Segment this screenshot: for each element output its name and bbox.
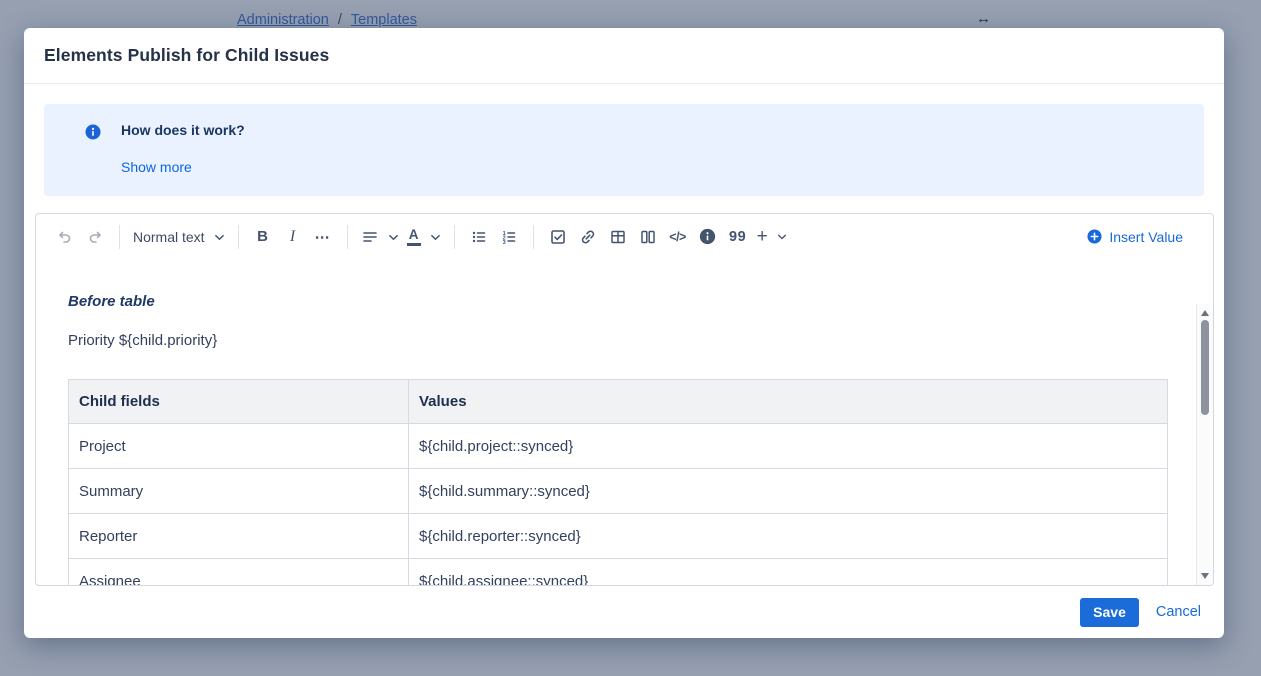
table-header-row: Child fields Values xyxy=(69,380,1168,424)
scrollbar-thumb[interactable] xyxy=(1201,320,1209,415)
toolbar-separator xyxy=(347,225,348,249)
modal-footer: Save Cancel xyxy=(24,586,1224,638)
undo-icon xyxy=(56,228,74,246)
insert-menu-dropdown[interactable]: + xyxy=(753,222,791,252)
layout-button[interactable] xyxy=(633,222,663,252)
toolbar-separator xyxy=(119,225,120,249)
page-backdrop: Administration / Templates ↔ Elements Publ… xyxy=(0,0,1261,676)
table-cell[interactable]: ${child.summary::synced} xyxy=(409,469,1168,514)
insert-value-label: Insert Value xyxy=(1109,229,1183,245)
svg-text:3: 3 xyxy=(502,240,505,246)
editor-toolbar: Normal text B I ⋯ A xyxy=(36,214,1213,259)
columns-layout-icon xyxy=(639,228,657,246)
text-color-icon: A xyxy=(407,228,421,246)
table-button[interactable] xyxy=(603,222,633,252)
ordered-list-button[interactable]: 123 xyxy=(494,222,524,252)
undo-button[interactable] xyxy=(50,222,80,252)
banner-heading: How does it work? xyxy=(121,122,245,138)
info-banner: How does it work? Show more xyxy=(44,104,1204,196)
link-button[interactable] xyxy=(573,222,603,252)
doc-table: Child fields Values Project ${child.proj… xyxy=(68,379,1168,585)
table-cell[interactable]: Project xyxy=(69,424,409,469)
resize-width-icon[interactable]: ↔ xyxy=(976,10,991,27)
insert-value-button[interactable]: Insert Value xyxy=(1087,229,1197,245)
bold-button[interactable]: B xyxy=(248,222,278,252)
table-header-values[interactable]: Values xyxy=(409,380,1168,424)
code-icon: </> xyxy=(669,230,686,244)
chevron-down-icon xyxy=(214,233,225,241)
text-style-dropdown[interactable]: Normal text xyxy=(129,222,229,252)
info-panel-button[interactable] xyxy=(693,222,723,252)
table-row: Reporter ${child.reporter::synced} xyxy=(69,514,1168,559)
breadcrumb-link-templates[interactable]: Templates xyxy=(351,12,417,28)
table-cell[interactable]: ${child.assignee::synced} xyxy=(409,559,1168,586)
rich-text-editor: Normal text B I ⋯ A xyxy=(35,213,1214,586)
code-block-button[interactable]: </> xyxy=(663,222,693,252)
show-more-link[interactable]: Show more xyxy=(121,159,192,175)
text-style-label: Normal text xyxy=(133,229,205,245)
breadcrumb-separator: / xyxy=(338,12,342,28)
chevron-down-icon xyxy=(430,233,441,241)
breadcrumb-link-administration[interactable]: Administration xyxy=(237,12,329,28)
modal-header: Elements Publish for Child Issues xyxy=(24,28,1224,84)
more-formatting-button[interactable]: ⋯ xyxy=(308,222,338,252)
doc-paragraph: Priority ${child.priority} xyxy=(68,332,1168,350)
task-checkbox-icon xyxy=(549,228,567,246)
bold-icon: B xyxy=(257,228,268,245)
save-button[interactable]: Save xyxy=(1080,598,1139,627)
quote-button[interactable]: 99 xyxy=(723,222,753,252)
table-row: Assignee ${child.assignee::synced} xyxy=(69,559,1168,586)
plus-circle-icon xyxy=(1087,229,1102,244)
task-list-button[interactable] xyxy=(543,222,573,252)
toolbar-separator xyxy=(454,225,455,249)
plus-icon: + xyxy=(757,227,768,246)
rich-text-content[interactable]: Before table Priority ${child.priority} … xyxy=(36,259,1213,585)
redo-button[interactable] xyxy=(80,222,110,252)
scroll-down-button[interactable] xyxy=(1201,573,1209,579)
modal-title: Elements Publish for Child Issues xyxy=(44,45,329,66)
chevron-down-icon xyxy=(777,233,787,240)
doc-heading: Before table xyxy=(68,293,1168,311)
link-icon xyxy=(579,228,597,246)
align-left-icon xyxy=(361,228,379,246)
table-row: Project ${child.project::synced} xyxy=(69,424,1168,469)
info-panel-icon xyxy=(699,228,716,245)
quote-icon: 99 xyxy=(729,229,746,245)
italic-button[interactable]: I xyxy=(278,222,308,252)
info-icon xyxy=(85,124,101,140)
table-icon xyxy=(609,228,627,246)
bullet-list-icon xyxy=(470,228,488,246)
scroll-up-button[interactable] xyxy=(1201,310,1209,316)
table-cell[interactable]: Reporter xyxy=(69,514,409,559)
table-cell[interactable]: ${child.reporter::synced} xyxy=(409,514,1168,559)
text-color-dropdown[interactable]: A xyxy=(403,222,445,252)
scrollbar-track[interactable] xyxy=(1196,304,1213,585)
more-icon: ⋯ xyxy=(315,228,331,246)
toolbar-separator xyxy=(533,225,534,249)
alignment-dropdown[interactable] xyxy=(357,222,403,252)
chevron-down-icon xyxy=(388,233,399,241)
table-cell[interactable]: Assignee xyxy=(69,559,409,586)
toolbar-separator xyxy=(238,225,239,249)
bullet-list-button[interactable] xyxy=(464,222,494,252)
cancel-button[interactable]: Cancel xyxy=(1156,604,1201,620)
table-header-child-fields[interactable]: Child fields xyxy=(69,380,409,424)
editor-body: Before table Priority ${child.priority} … xyxy=(36,259,1213,585)
table-row: Summary ${child.summary::synced} xyxy=(69,469,1168,514)
redo-icon xyxy=(86,228,104,246)
elements-publish-modal: Elements Publish for Child Issues How do… xyxy=(24,28,1224,638)
italic-icon: I xyxy=(290,228,295,246)
table-cell[interactable]: ${child.project::synced} xyxy=(409,424,1168,469)
ordered-list-icon: 123 xyxy=(500,228,518,246)
breadcrumb: Administration / Templates xyxy=(237,12,417,28)
table-cell[interactable]: Summary xyxy=(69,469,409,514)
